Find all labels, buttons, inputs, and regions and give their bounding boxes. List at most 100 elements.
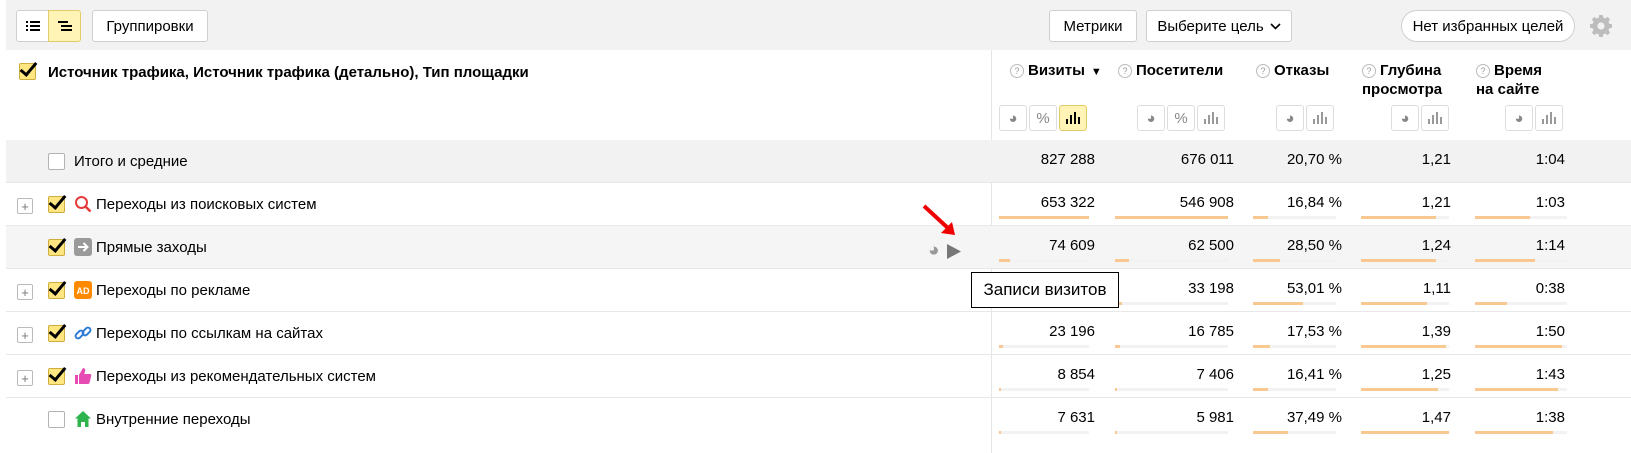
value-bar-depth	[1361, 302, 1449, 305]
cell-visitors: 7 406	[1196, 366, 1234, 383]
value-bar-bounce	[1253, 259, 1336, 262]
cell-depth: 1,21	[1421, 151, 1451, 168]
cell-time: 1:50	[1535, 323, 1565, 340]
cell-time: 1:03	[1535, 194, 1565, 211]
column-depth[interactable]: ? Глубина просмотра	[1362, 61, 1442, 99]
column-visitors-label: Посетители	[1136, 62, 1224, 79]
column-visitors[interactable]: ? Посетители	[1118, 61, 1223, 80]
cell-visits: 827 288	[1040, 151, 1095, 168]
pie-chart-icon[interactable]: ◕	[1137, 105, 1165, 131]
value-bar-fill	[1475, 388, 1558, 391]
value-bar-bounce	[1253, 388, 1336, 391]
groupings-button[interactable]: Группировки	[92, 10, 208, 42]
pie-chart-icon[interactable]: ◕	[1505, 105, 1533, 131]
bar-chart-icon[interactable]	[1535, 105, 1563, 131]
help-icon[interactable]: ?	[1118, 64, 1132, 78]
value-bar-fill	[1361, 216, 1436, 219]
expand-icon[interactable]: +	[17, 327, 33, 343]
help-icon[interactable]: ?	[1362, 64, 1376, 78]
select-goal-dropdown[interactable]: Выберите цель	[1146, 10, 1292, 42]
value-bar-fill	[1115, 431, 1117, 434]
value-bar-fill	[1115, 216, 1228, 219]
value-bar-fill	[1115, 259, 1129, 262]
cell-visits: 23 196	[1049, 323, 1095, 340]
value-bar-fill	[1475, 302, 1507, 305]
value-bar-time	[1475, 259, 1567, 262]
value-bar-fill	[1253, 259, 1280, 262]
row-checkbox[interactable]	[48, 196, 65, 213]
cell-bounce: 16,41 %	[1286, 366, 1342, 383]
value-bar-time	[1475, 216, 1567, 219]
cell-depth: 1,39	[1421, 323, 1451, 340]
column-bounce-label: Отказы	[1274, 62, 1330, 79]
bar-chart-icon[interactable]	[1059, 105, 1087, 131]
value-bar-time	[1475, 345, 1567, 348]
column-time[interactable]: ? Время на сайте	[1476, 61, 1542, 99]
column-time-label-2: на сайте	[1476, 81, 1540, 98]
cell-visitors: 33 198	[1188, 280, 1234, 297]
value-bar-visitors	[1115, 259, 1228, 262]
cell-bounce: 16,84 %	[1286, 194, 1342, 211]
report-frame: Группировки Метрики Выберите цель Нет из…	[6, 0, 1631, 453]
expand-icon[interactable]: +	[17, 198, 33, 214]
table-row[interactable]: + Переходы по ссылкам на сайтах	[6, 312, 1631, 355]
table-row[interactable]: + Переходы из рекомендательных систем	[6, 355, 1631, 398]
pie-chart-icon[interactable]: ◕	[1276, 105, 1304, 131]
bar-chart-icon[interactable]	[1197, 105, 1225, 131]
arrow-right-icon	[74, 238, 92, 256]
help-icon[interactable]: ?	[1010, 64, 1024, 78]
value-bar-fill	[999, 216, 1089, 219]
help-icon[interactable]: ?	[1256, 64, 1270, 78]
pie-chart-icon[interactable]: ◕	[928, 240, 939, 262]
value-bar-depth	[1361, 216, 1449, 219]
value-bar-visitors	[1115, 216, 1228, 219]
list-view-button[interactable]	[16, 10, 49, 42]
expand-icon[interactable]: +	[17, 284, 33, 300]
tree-view-button[interactable]	[48, 10, 81, 42]
cell-visits: 74 609	[1049, 237, 1095, 254]
value-bar-fill	[1475, 216, 1530, 219]
percent-icon[interactable]: %	[1167, 105, 1195, 131]
play-icon[interactable]	[947, 243, 962, 259]
select-all-checkbox[interactable]	[19, 63, 36, 80]
help-icon[interactable]: ?	[1476, 64, 1490, 78]
bar-chart-icon[interactable]	[1421, 105, 1449, 131]
percent-icon[interactable]: %	[1029, 105, 1057, 131]
pie-chart-icon[interactable]: ◕	[1391, 105, 1419, 131]
row-checkbox[interactable]	[48, 239, 65, 256]
row-checkbox[interactable]	[48, 325, 65, 342]
column-time-label: Время	[1494, 62, 1542, 79]
value-bar-fill	[1475, 431, 1553, 434]
tooltip: Записи визитов	[971, 272, 1119, 308]
table-row[interactable]: + AD Переходы по рекламе	[6, 269, 1631, 312]
cell-bounce: 17,53 %	[1286, 323, 1342, 340]
pie-chart-icon[interactable]: ◕	[999, 105, 1027, 131]
value-bar-bounce	[1253, 216, 1336, 219]
table-row[interactable]: Прямые заходы ◕	[6, 226, 1631, 269]
sort-desc-icon: ▼	[1090, 66, 1102, 78]
column-depth-label: Глубина	[1380, 62, 1442, 79]
metrics-button[interactable]: Метрики	[1049, 10, 1137, 42]
row-checkbox[interactable]	[48, 411, 65, 428]
dimensions-title: Источник трафика, Источник трафика (дета…	[48, 64, 529, 81]
row-checkbox[interactable]	[48, 368, 65, 385]
row-checkbox[interactable]	[48, 153, 65, 170]
table-row[interactable]: Внутренние переходы	[6, 398, 1631, 453]
cell-time: 1:04	[1535, 151, 1565, 168]
cell-depth: 1,25	[1421, 366, 1451, 383]
value-bar-visits	[999, 388, 1089, 391]
gear-icon[interactable]	[1589, 14, 1613, 38]
thumbs-up-icon	[75, 368, 92, 384]
column-bounce[interactable]: ? Отказы	[1256, 61, 1329, 80]
value-bar-visitors	[1115, 302, 1228, 305]
row-checkbox[interactable]	[48, 282, 65, 299]
column-visits[interactable]: ? Визиты ▼	[1010, 61, 1102, 82]
bar-chart-icon[interactable]	[1306, 105, 1334, 131]
row-label: Внутренние переходы	[96, 411, 251, 428]
value-bar-fill	[1253, 431, 1288, 434]
favorite-goals-button[interactable]: Нет избранных целей	[1401, 10, 1575, 42]
expand-icon[interactable]: +	[17, 370, 33, 386]
list-icon	[25, 21, 40, 31]
table-row[interactable]: + Переходы из поисковых систем	[6, 183, 1631, 226]
value-bar-depth	[1361, 259, 1449, 262]
